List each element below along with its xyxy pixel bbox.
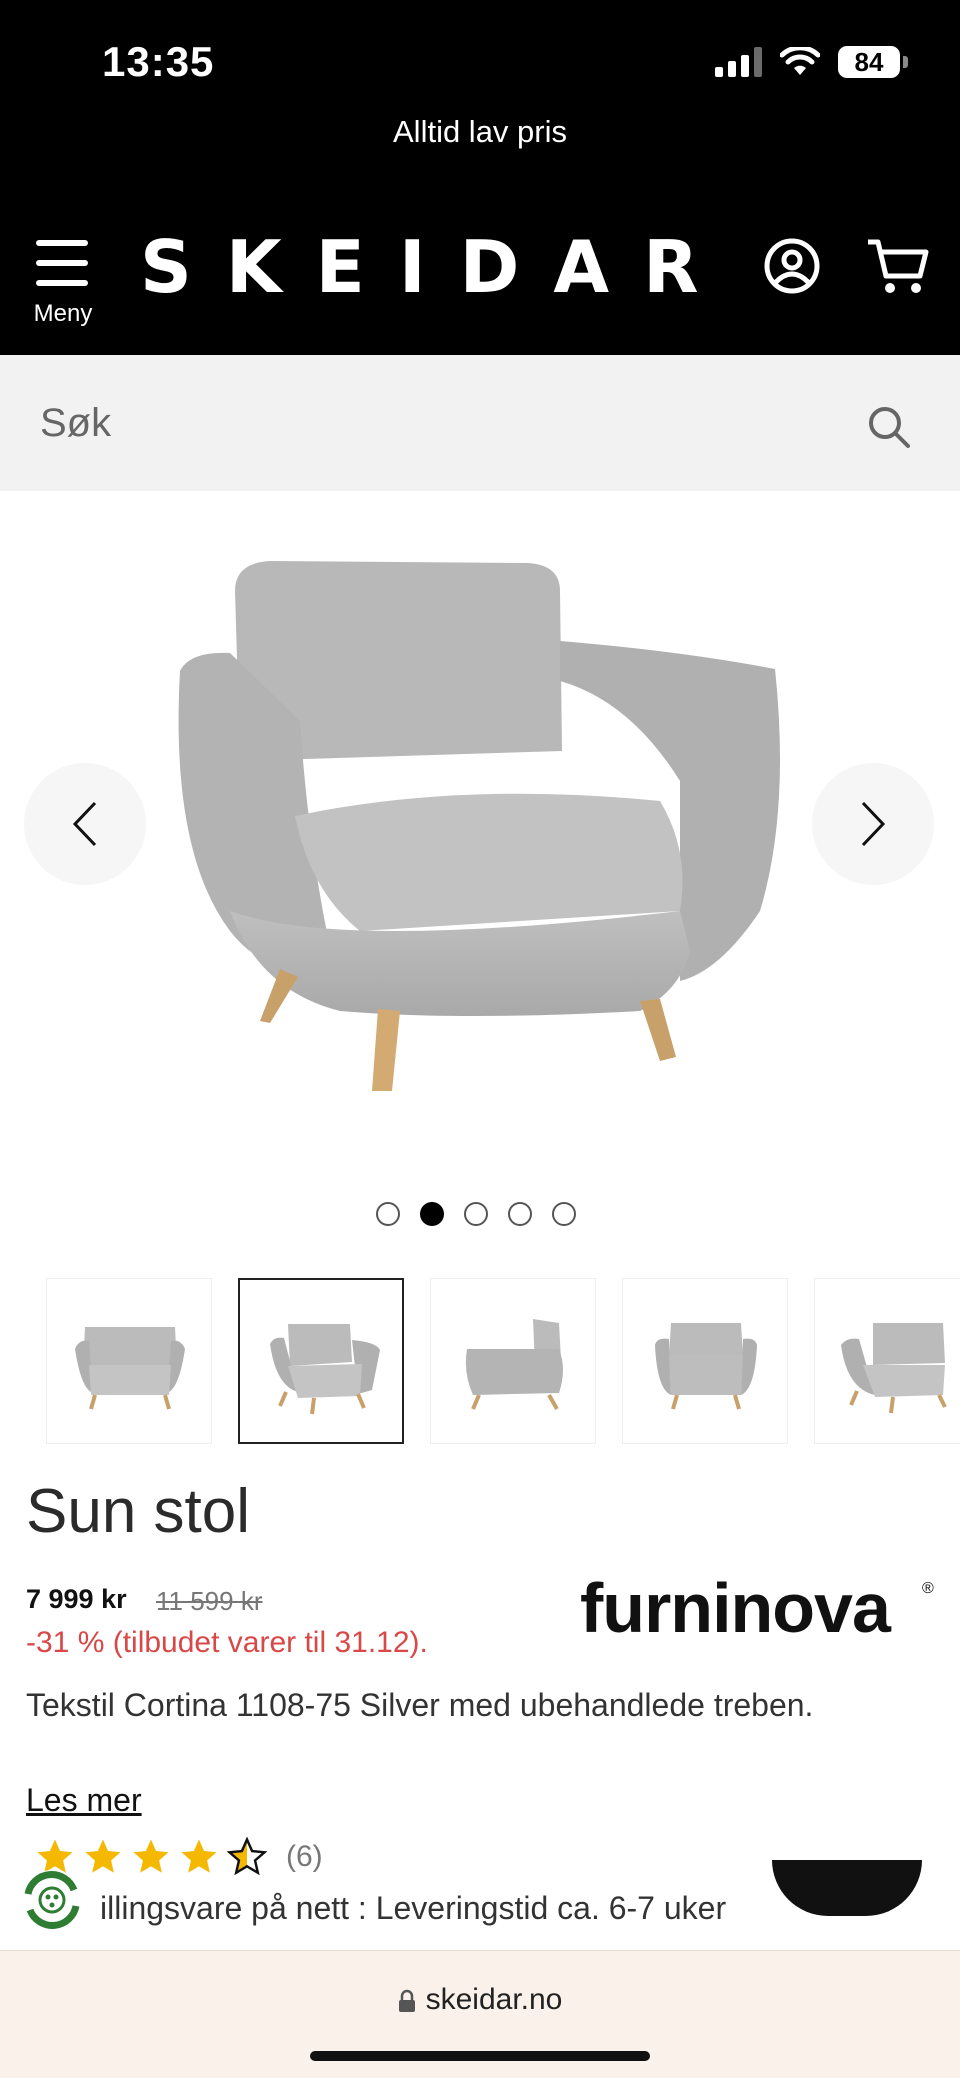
delivery-info: illingsvare på nett : Leveringstid ca. 6… [100, 1890, 727, 1926]
pagination-dot[interactable] [464, 1202, 488, 1226]
lock-icon [398, 1989, 415, 2013]
thumbnail-strip [46, 1278, 960, 1446]
search-input[interactable] [40, 385, 800, 461]
recycle-badge-icon[interactable] [16, 1864, 88, 1936]
chevron-left-icon [72, 801, 97, 847]
tagline: Alltid lav pris [393, 114, 567, 149]
status-indicators: 84 [715, 46, 908, 78]
discount-text: -31 % (tilbudet varer til 31.12). [26, 1626, 428, 1659]
old-price: 11 599 kr [156, 1586, 263, 1616]
browser-bar: skeidar.no [0, 1950, 960, 2078]
next-image-button[interactable] [812, 763, 934, 885]
chevron-right-icon [861, 801, 886, 847]
status-time: 13:35 [102, 38, 215, 85]
product-image[interactable] [160, 551, 800, 1111]
battery-icon: 84 [838, 46, 908, 78]
star-icon [181, 1839, 217, 1873]
product-description: Tekstil Cortina 1108-75 Silver med ubeha… [26, 1687, 814, 1723]
registered-mark: ® [922, 1580, 934, 1597]
star-icon [133, 1839, 169, 1873]
rating-count: (6) [286, 1840, 323, 1873]
header: 13:35 84 Alltid lav pris Meny SKEIDAR [0, 0, 960, 355]
previous-image-button[interactable] [24, 763, 146, 885]
product-price: 7 999 kr [26, 1584, 127, 1614]
search-bar [0, 355, 960, 491]
menu-button[interactable]: Meny [30, 240, 96, 330]
pagination-dot-active[interactable] [420, 1202, 444, 1226]
pagination-dot[interactable] [376, 1202, 400, 1226]
thumbnail[interactable] [46, 1278, 212, 1444]
brand-logo[interactable]: furninova [580, 1568, 891, 1648]
thumbnail[interactable] [814, 1278, 960, 1444]
search-icon[interactable] [866, 404, 912, 450]
half-star-icon [226, 1836, 268, 1876]
address-bar[interactable]: skeidar.no [0, 1983, 960, 2017]
pagination-dot[interactable] [552, 1202, 576, 1226]
gallery-pagination [376, 1202, 576, 1226]
thumbnail[interactable] [622, 1278, 788, 1444]
home-indicator [310, 2051, 650, 2061]
product-gallery [0, 491, 960, 1191]
menu-label: Meny [33, 300, 93, 327]
site-logo[interactable]: SKEIDAR [140, 222, 733, 312]
read-more-link[interactable]: Les mer [26, 1782, 142, 1819]
account-icon[interactable] [764, 238, 820, 294]
wifi-icon [780, 47, 820, 75]
chat-button[interactable] [772, 1860, 922, 1916]
product-title: Sun stol [26, 1477, 251, 1546]
url-text: skeidar.no [425, 1983, 563, 2016]
hamburger-icon [36, 240, 88, 286]
pagination-dot[interactable] [508, 1202, 532, 1226]
thumbnail[interactable] [430, 1278, 596, 1444]
cart-icon[interactable] [866, 236, 930, 296]
star-icon [85, 1839, 121, 1873]
thumbnail-selected[interactable] [238, 1278, 404, 1444]
signal-icon [715, 47, 762, 77]
